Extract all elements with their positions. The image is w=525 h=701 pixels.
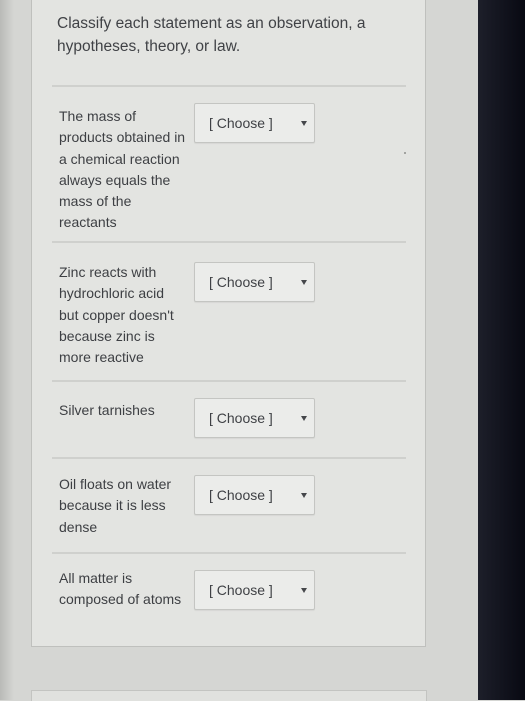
caret-down-icon <box>301 121 307 126</box>
device-bezel <box>478 0 525 700</box>
screen-speck <box>404 152 406 154</box>
choose-dropdown-2[interactable]: [ Choose ] <box>194 262 315 302</box>
choose-dropdown-5[interactable]: [ Choose ] <box>194 570 315 610</box>
item-divider-4 <box>52 552 406 554</box>
statement-2: Zinc reacts with hydrochloric acid but c… <box>59 264 174 366</box>
question-text: Classify each statement as an observatio… <box>57 15 366 55</box>
choose-dropdown-3[interactable]: [ Choose ] <box>194 398 315 438</box>
caret-down-icon <box>301 280 307 285</box>
question-divider <box>52 85 406 87</box>
dropdown-3-value: [ Choose ] <box>209 410 273 426</box>
choose-dropdown-4[interactable]: [ Choose ] <box>194 475 315 515</box>
statement-5: All matter is composed of atoms <box>59 570 182 608</box>
item-divider-1 <box>52 241 406 243</box>
choose-dropdown-1[interactable]: [ Choose ] <box>194 103 315 143</box>
item-divider-2 <box>52 380 406 382</box>
statement-1: The mass of products obtained in a chemi… <box>59 108 186 231</box>
caret-down-icon <box>301 416 307 421</box>
dropdown-4-value: [ Choose ] <box>209 487 273 503</box>
caret-down-icon <box>301 588 307 593</box>
next-card-edge <box>31 690 427 701</box>
statement-4: Oil floats on water because it is less d… <box>59 476 172 535</box>
dropdown-5-value: [ Choose ] <box>209 582 273 598</box>
statement-3: Silver tarnishes <box>59 402 155 418</box>
photo-edge-shadow <box>0 0 14 700</box>
item-divider-3 <box>52 457 406 459</box>
dropdown-1-value: [ Choose ] <box>209 115 273 131</box>
dropdown-2-value: [ Choose ] <box>209 274 273 290</box>
caret-down-icon <box>301 493 307 498</box>
